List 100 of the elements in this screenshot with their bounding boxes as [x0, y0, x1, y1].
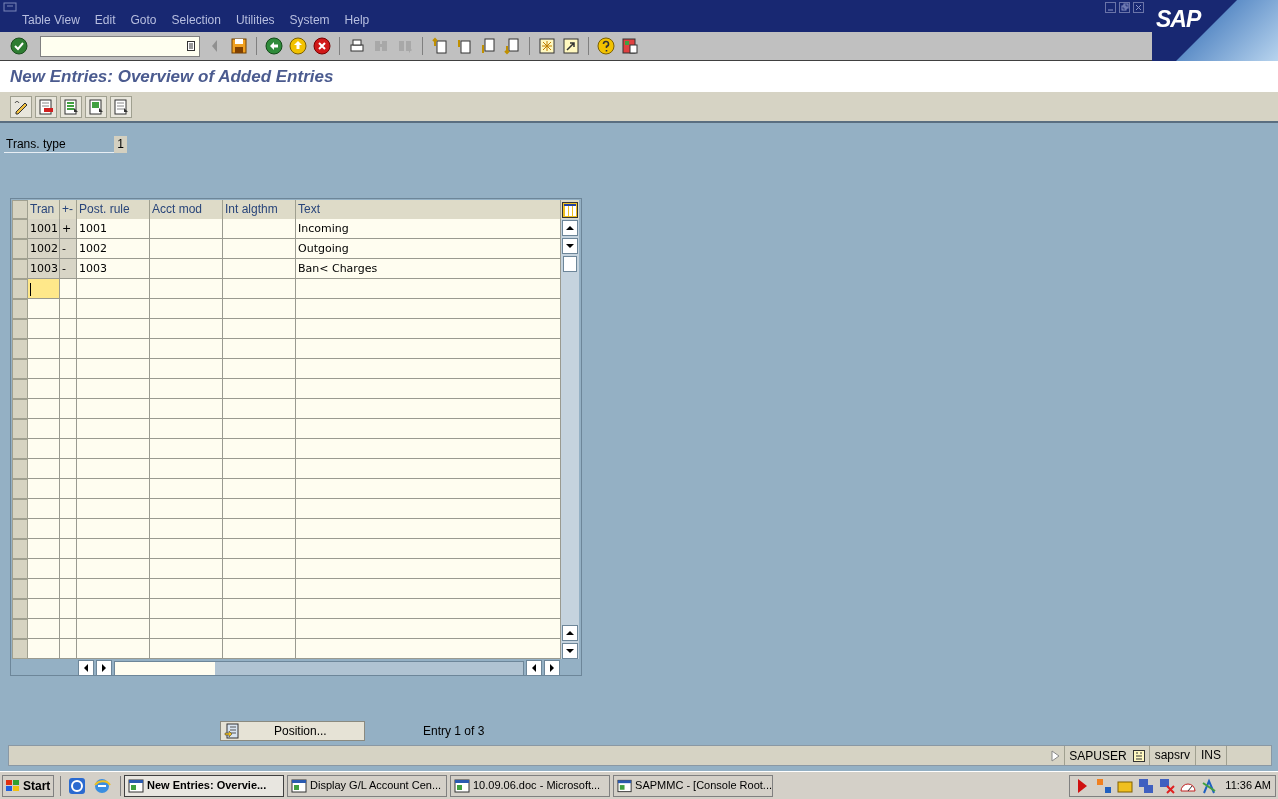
table-cell[interactable]: -: [60, 259, 77, 279]
table-cell[interactable]: [60, 419, 77, 439]
table-cell[interactable]: [60, 319, 77, 339]
table-cell[interactable]: [28, 499, 60, 519]
table-cell[interactable]: [28, 539, 60, 559]
table-cell[interactable]: [28, 339, 60, 359]
start-button[interactable]: Start: [2, 774, 54, 797]
scroll-up-icon[interactable]: [562, 625, 578, 641]
command-field[interactable]: [40, 35, 200, 57]
row-selector[interactable]: [12, 479, 28, 499]
table-cell[interactable]: [223, 439, 296, 459]
restore-icon[interactable]: [1119, 2, 1130, 13]
table-cell[interactable]: [77, 459, 150, 479]
row-selector[interactable]: [12, 499, 28, 519]
row-selector[interactable]: [12, 459, 28, 479]
table-cell[interactable]: [28, 559, 60, 579]
table-cell[interactable]: [223, 319, 296, 339]
refresh-globe-icon[interactable]: [68, 776, 86, 795]
table-cell[interactable]: [223, 539, 296, 559]
table-cell[interactable]: Incoming: [296, 219, 561, 239]
table-cell[interactable]: [223, 279, 296, 299]
table-cell[interactable]: [296, 559, 561, 579]
table-cell[interactable]: [28, 579, 60, 599]
taskbar-button[interactable]: 10.09.06.doc - Microsoft...: [450, 774, 610, 797]
table-cell[interactable]: [150, 499, 223, 519]
table-cell[interactable]: [77, 639, 150, 659]
table-cell[interactable]: [60, 459, 77, 479]
new-session-icon[interactable]: [538, 37, 556, 55]
table-cell[interactable]: [77, 599, 150, 619]
close-icon[interactable]: [1133, 2, 1144, 13]
table-cell[interactable]: [223, 359, 296, 379]
table-cell[interactable]: [296, 499, 561, 519]
table-cell[interactable]: [150, 559, 223, 579]
row-selector[interactable]: [12, 599, 28, 619]
last-page-icon[interactable]: [503, 37, 521, 55]
table-cell[interactable]: [77, 619, 150, 639]
table-cell[interactable]: [77, 399, 150, 419]
menu-item[interactable]: Selection: [171, 11, 221, 29]
select-all-button[interactable]: [60, 95, 82, 118]
row-selector[interactable]: [12, 339, 28, 359]
table-cell[interactable]: [28, 319, 60, 339]
table-cell[interactable]: [223, 379, 296, 399]
table-cell[interactable]: 1001: [28, 219, 60, 239]
minimize-icon[interactable]: [1105, 2, 1116, 13]
row-selector[interactable]: [12, 619, 28, 639]
table-cell[interactable]: [223, 599, 296, 619]
taskbar-button[interactable]: SAPMMC - [Console Root...: [613, 774, 773, 797]
table-cell[interactable]: [296, 619, 561, 639]
table-cell[interactable]: [77, 519, 150, 539]
pencil-button[interactable]: [10, 95, 32, 118]
save-icon[interactable]: [230, 37, 248, 55]
table-cell[interactable]: 1001: [77, 219, 150, 239]
table-cell[interactable]: [296, 379, 561, 399]
scroll-right-icon[interactable]: [544, 660, 560, 676]
scroll-up-icon[interactable]: [562, 220, 578, 236]
table-cell[interactable]: [296, 419, 561, 439]
table-cell[interactable]: [28, 439, 60, 459]
table-cell[interactable]: [223, 499, 296, 519]
table-cell[interactable]: [150, 399, 223, 419]
table-cell[interactable]: [296, 479, 561, 499]
computers-icon[interactable]: [1137, 776, 1156, 795]
menu-item[interactable]: Table View: [22, 11, 80, 29]
table-cell[interactable]: 1002: [28, 239, 60, 259]
table-cell[interactable]: [28, 639, 60, 659]
table-cell[interactable]: [150, 599, 223, 619]
table-cell[interactable]: [296, 339, 561, 359]
help-icon[interactable]: [597, 37, 615, 55]
row-selector[interactable]: [12, 219, 28, 239]
table-cell[interactable]: [296, 299, 561, 319]
table-cell[interactable]: [150, 239, 223, 259]
table-cell[interactable]: [28, 299, 60, 319]
table-cell[interactable]: [223, 259, 296, 279]
table-cell[interactable]: [60, 519, 77, 539]
row-selector[interactable]: [12, 439, 28, 459]
table-cell[interactable]: [77, 579, 150, 599]
table-cell[interactable]: [60, 379, 77, 399]
table-cell[interactable]: [296, 639, 561, 659]
table-cell[interactable]: [150, 319, 223, 339]
row-selector[interactable]: [12, 539, 28, 559]
table-cell[interactable]: [77, 439, 150, 459]
table-cell[interactable]: [77, 279, 150, 299]
scroll-thumb[interactable]: [115, 661, 215, 675]
row-selector[interactable]: [12, 259, 28, 279]
layout-icon[interactable]: [621, 37, 639, 55]
menu-item[interactable]: Utilities: [235, 11, 275, 29]
table-cell[interactable]: [60, 559, 77, 579]
table-cell[interactable]: [60, 279, 77, 299]
table-cell[interactable]: [150, 259, 223, 279]
table-cell[interactable]: [77, 359, 150, 379]
column-header[interactable]: Int algthm: [223, 200, 296, 219]
column-header[interactable]: Text: [296, 200, 561, 219]
table-cell[interactable]: +: [60, 219, 77, 239]
table-cell[interactable]: [223, 219, 296, 239]
table-cell[interactable]: 1002: [77, 239, 150, 259]
table-cell[interactable]: [28, 519, 60, 539]
table-cell[interactable]: [150, 479, 223, 499]
cancel-icon[interactable]: [313, 37, 331, 55]
table-cell[interactable]: [296, 439, 561, 459]
table-cell[interactable]: [150, 219, 223, 239]
table-cell[interactable]: [28, 379, 60, 399]
